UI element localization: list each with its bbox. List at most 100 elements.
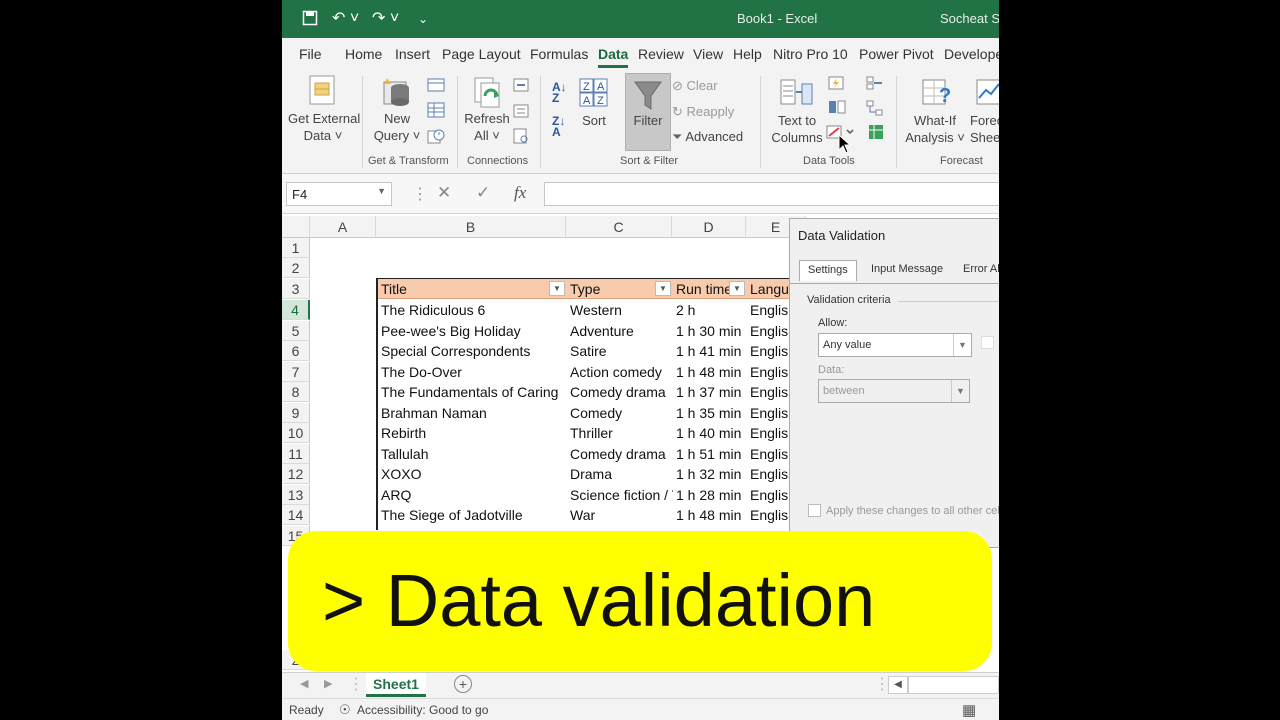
- tab-formulas[interactable]: Formulas: [530, 46, 588, 62]
- table-cell[interactable]: 1 h 32 min: [673, 464, 747, 484]
- redo-icon[interactable]: ↷ ˅: [372, 10, 399, 28]
- forecast-sheet-button[interactable]: Forec Shee: [970, 112, 999, 146]
- row-header[interactable]: 2: [282, 258, 310, 278]
- sort-a-to-z-icon[interactable]: A↓ Z: [552, 81, 567, 104]
- row-header[interactable]: 10: [282, 423, 310, 443]
- column-header-c[interactable]: C: [566, 216, 672, 238]
- edit-links-icon[interactable]: [513, 128, 529, 149]
- name-box[interactable]: F4 ▼: [286, 182, 392, 206]
- normal-view-icon[interactable]: ▦: [962, 701, 976, 719]
- cancel-entry-icon[interactable]: ✕: [437, 183, 451, 203]
- table-cell[interactable]: 1 h 28 min: [673, 485, 747, 505]
- filter-button[interactable]: Filter: [625, 73, 671, 151]
- table-header-title[interactable]: Title ▼: [378, 279, 567, 299]
- table-cell[interactable]: Thriller: [567, 423, 673, 443]
- table-cell[interactable]: 1 h 41 min: [673, 341, 747, 361]
- get-external-data-icon[interactable]: [308, 74, 338, 111]
- table-cell[interactable]: ARQ: [378, 485, 567, 505]
- filter-dropdown-icon[interactable]: ▼: [549, 281, 565, 296]
- refresh-all-icon[interactable]: [472, 76, 504, 113]
- table-cell[interactable]: 1 h 48 min: [673, 505, 747, 525]
- table-cell[interactable]: War: [567, 505, 673, 525]
- scroll-left-icon[interactable]: ◀: [888, 676, 908, 694]
- table-cell[interactable]: 1 h 51 min: [673, 444, 747, 464]
- show-queries-icon[interactable]: [427, 78, 445, 97]
- consolidate-icon[interactable]: [866, 76, 884, 95]
- row-header[interactable]: 8: [282, 382, 310, 402]
- table-cell[interactable]: Comedy drama: [567, 382, 673, 402]
- text-to-columns-button[interactable]: Text to Columns: [770, 112, 824, 146]
- table-cell[interactable]: Special Correspondents: [378, 341, 567, 361]
- row-header[interactable]: 12: [282, 464, 310, 484]
- from-table-icon[interactable]: [427, 102, 445, 123]
- get-external-data-button[interactable]: Get External Data ˅: [288, 110, 360, 144]
- table-cell[interactable]: The Ridiculous 6: [378, 300, 567, 320]
- name-box-dropdown-icon[interactable]: ▼: [377, 186, 386, 196]
- tab-data[interactable]: Data: [598, 46, 629, 68]
- ignore-blank-checkbox[interactable]: [981, 336, 994, 349]
- new-query-icon[interactable]: [382, 76, 416, 113]
- confirm-entry-icon[interactable]: ✓: [476, 183, 490, 203]
- tab-page-layout[interactable]: Page Layout: [442, 46, 521, 62]
- row-header[interactable]: 7: [282, 362, 310, 382]
- table-cell[interactable]: Comedy: [567, 403, 673, 423]
- sort-icon[interactable]: ZAAZ: [579, 78, 609, 113]
- tab-nitro-pro[interactable]: Nitro Pro 10: [773, 46, 848, 62]
- table-header-run-time[interactable]: Run time ▼: [673, 279, 747, 299]
- row-header[interactable]: 5: [282, 321, 310, 341]
- reapply-button[interactable]: ↻ Reapply: [672, 104, 734, 120]
- row-header[interactable]: 9: [282, 403, 310, 423]
- table-cell[interactable]: Brahman Naman: [378, 403, 567, 423]
- table-cell[interactable]: Science fiction / T: [567, 485, 673, 505]
- properties-icon[interactable]: [513, 104, 529, 123]
- manage-data-model-icon[interactable]: [868, 124, 884, 145]
- row-header[interactable]: 13: [282, 485, 310, 505]
- table-cell[interactable]: 1 h 35 min: [673, 403, 747, 423]
- sort-z-to-a-icon[interactable]: Z↓ A: [552, 115, 565, 138]
- flash-fill-icon[interactable]: [828, 76, 844, 95]
- table-cell[interactable]: Pee-wee's Big Holiday: [378, 321, 567, 341]
- scroll-sheets-left-icon[interactable]: ◀: [300, 677, 308, 690]
- formula-input[interactable]: [544, 182, 999, 206]
- column-header-a[interactable]: A: [310, 216, 376, 238]
- insert-function-icon[interactable]: fx: [514, 183, 526, 203]
- table-cell[interactable]: Rebirth: [378, 423, 567, 443]
- tab-developer[interactable]: Develope: [944, 46, 999, 62]
- table-cell[interactable]: The Fundamentals of Caring: [378, 382, 567, 402]
- filter-dropdown-icon[interactable]: ▼: [729, 281, 745, 296]
- sort-button[interactable]: Sort: [574, 112, 614, 129]
- apply-to-all-checkbox[interactable]: [808, 504, 821, 517]
- column-header-b[interactable]: B: [376, 216, 566, 238]
- table-cell[interactable]: The Do-Over: [378, 362, 567, 382]
- save-icon[interactable]: [302, 10, 318, 31]
- table-cell[interactable]: Action comedy: [567, 362, 673, 382]
- filter-dropdown-icon[interactable]: ▼: [655, 281, 671, 296]
- table-cell[interactable]: Drama: [567, 464, 673, 484]
- tab-file[interactable]: File: [299, 46, 322, 62]
- row-header[interactable]: 1: [282, 238, 310, 258]
- table-cell[interactable]: 1 h 40 min: [673, 423, 747, 443]
- dialog-tab-settings[interactable]: Settings: [799, 260, 857, 281]
- data-select[interactable]: between ▼: [818, 379, 970, 403]
- select-all-corner[interactable]: [282, 216, 310, 238]
- advanced-filter-button[interactable]: ⏷ Advanced: [672, 129, 743, 145]
- scroll-sheets-right-icon[interactable]: ▶: [324, 677, 332, 690]
- tab-power-pivot[interactable]: Power Pivot: [859, 46, 934, 62]
- allow-select[interactable]: Any value ▼: [818, 333, 972, 357]
- tab-help[interactable]: Help: [733, 46, 762, 62]
- connections-icon[interactable]: [513, 78, 529, 97]
- tab-view[interactable]: View: [693, 46, 723, 62]
- accessibility-status[interactable]: Accessibility: Good to go: [357, 703, 488, 717]
- table-cell[interactable]: XOXO: [378, 464, 567, 484]
- relationships-icon[interactable]: [866, 100, 884, 121]
- column-header-d[interactable]: D: [672, 216, 746, 238]
- row-header[interactable]: 11: [282, 444, 310, 464]
- tab-review[interactable]: Review: [638, 46, 684, 62]
- what-if-analysis-icon[interactable]: ?: [922, 78, 954, 115]
- horizontal-scrollbar[interactable]: [908, 676, 999, 694]
- row-header[interactable]: 3: [282, 279, 310, 299]
- add-sheet-icon[interactable]: +: [454, 675, 472, 693]
- table-cell[interactable]: Satire: [567, 341, 673, 361]
- new-query-button[interactable]: New Query ˅: [372, 110, 422, 144]
- table-cell[interactable]: The Siege of Jadotville: [378, 505, 567, 525]
